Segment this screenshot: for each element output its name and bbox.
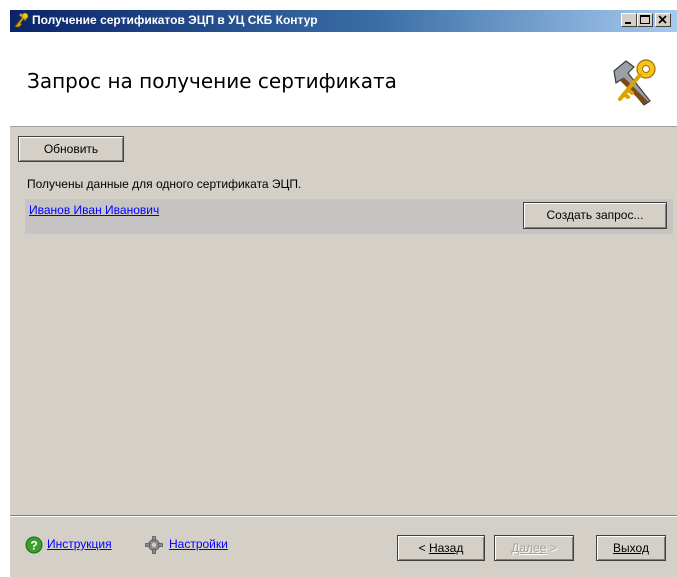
maximize-button[interactable]: [637, 13, 653, 27]
app-window: Получение сертификатов ЭЦП в УЦ СКБ Конт…: [9, 9, 677, 577]
close-icon: [658, 15, 667, 24]
info-text: Получены данные для одного сертификата Э…: [27, 177, 302, 191]
exit-button[interactable]: Выход: [596, 535, 666, 561]
settings-link[interactable]: Настройки: [169, 537, 228, 551]
wizard-header: Запрос на получение сертификата: [10, 32, 677, 127]
app-icon: [13, 12, 29, 29]
footer-divider: [10, 515, 677, 517]
back-button-label: Назад: [428, 541, 464, 555]
next-button-label: Далее: [511, 541, 547, 555]
help-icon: ?: [25, 536, 43, 554]
next-button[interactable]: Далее >: [494, 535, 574, 561]
help-link[interactable]: Инструкция: [47, 537, 112, 551]
list-item: Иванов Иван Иванович Создать запрос...: [25, 199, 673, 234]
maximize-icon: [640, 15, 650, 24]
certificate-link[interactable]: Иванов Иван Иванович: [29, 203, 159, 217]
minimize-icon: [625, 22, 631, 24]
svg-text:?: ?: [30, 539, 37, 553]
exit-button-label: Выход: [613, 541, 649, 555]
window-title: Получение сертификатов ЭЦП в УЦ СКБ Конт…: [32, 13, 318, 27]
create-request-button[interactable]: Создать запрос...: [523, 202, 667, 229]
refresh-button[interactable]: Обновить: [18, 136, 124, 162]
close-button[interactable]: [655, 13, 671, 27]
gear-icon: [145, 536, 163, 554]
title-bar[interactable]: Получение сертификатов ЭЦП в УЦ СКБ Конт…: [10, 10, 677, 32]
page-title: Запрос на получение сертификата: [27, 69, 397, 93]
back-button[interactable]: < Назад: [397, 535, 485, 561]
minimize-button[interactable]: [621, 13, 637, 27]
hammer-key-icon: [613, 59, 656, 106]
